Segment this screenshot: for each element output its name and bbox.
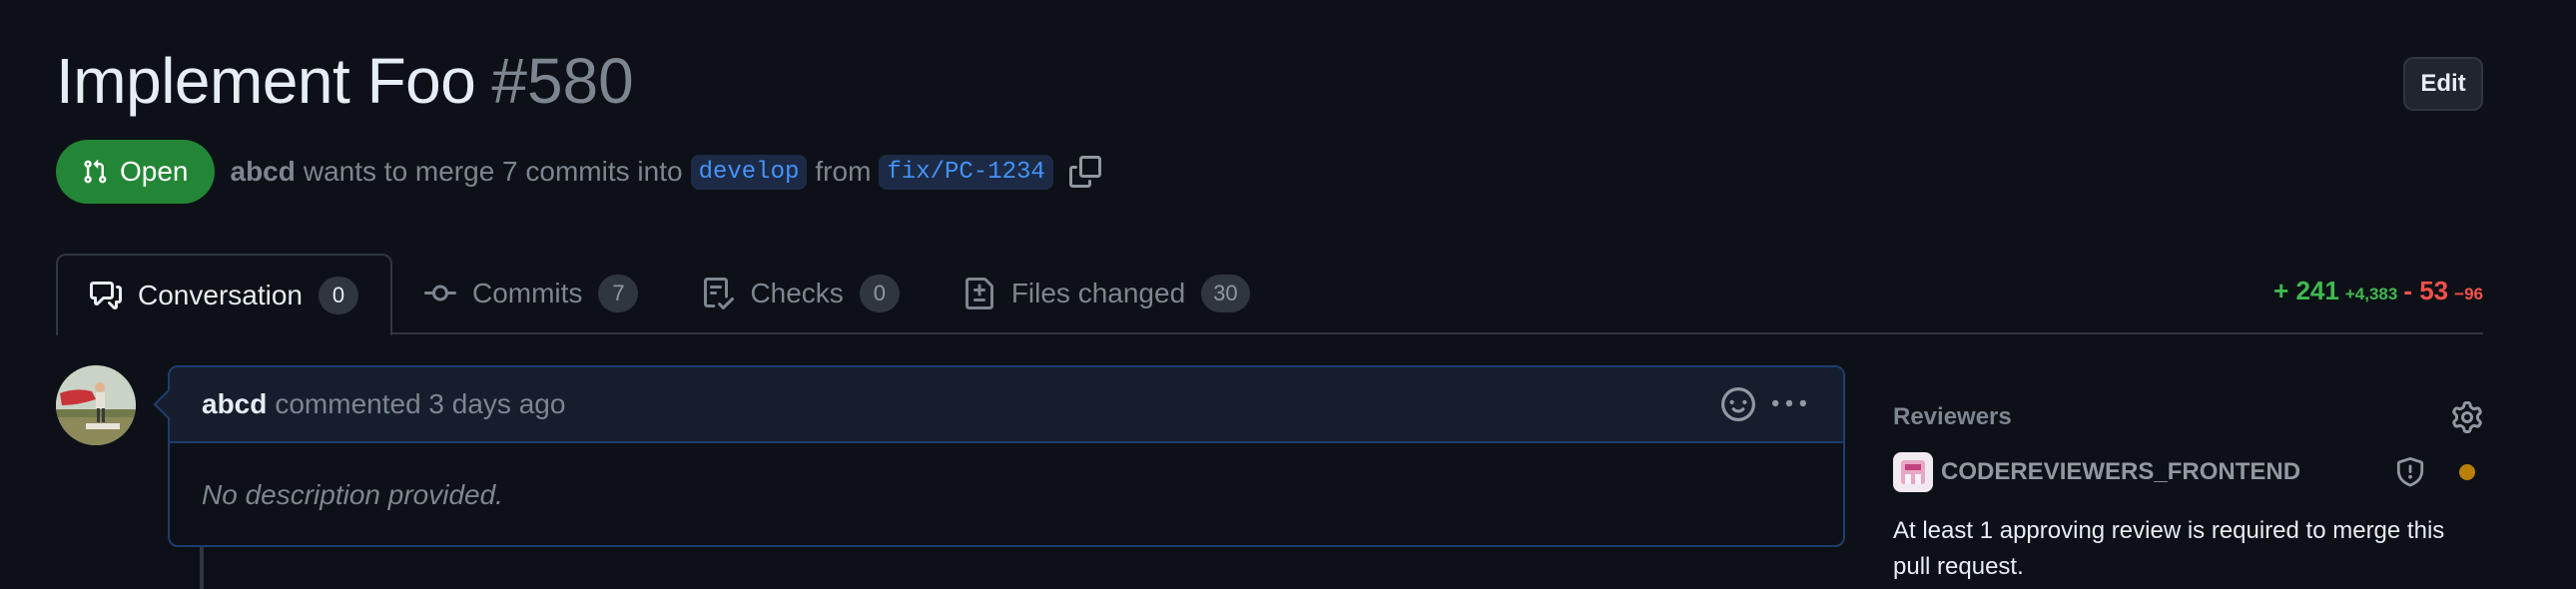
shield-icon	[2395, 457, 2425, 487]
gear-icon[interactable]	[2451, 401, 2483, 433]
tab-commits[interactable]: Commits 7	[392, 254, 670, 333]
reviewers-title: Reviewers	[1893, 403, 2012, 430]
comment-timestamp[interactable]: commented 3 days ago	[275, 388, 565, 420]
pr-title: Implement Foo	[56, 45, 476, 117]
pending-review-indicator	[2459, 464, 2475, 480]
timeline-line	[200, 547, 204, 589]
status-badge: Open	[56, 140, 215, 204]
reviewers-header: Reviewers	[1893, 395, 2483, 439]
pr-meta-row: Open abcd wants to merge 7 commits into …	[56, 140, 1101, 204]
comment-discussion-icon	[90, 282, 122, 309]
file-diff-icon	[965, 278, 993, 309]
review-requirement-note: At least 1 approving review is required …	[1893, 517, 2445, 580]
team-avatar	[1893, 452, 1933, 492]
diffstat: + 241 +4,383 - 53 −96	[2273, 276, 2483, 306]
sidebar: Reviewers CODEREVIEWERS_FRONTEND At leas…	[1893, 395, 2483, 585]
tab-files-changed[interactable]: Files changed 30	[932, 254, 1282, 333]
reviewer-name[interactable]: CODEREVIEWERS_FRONTEND	[1941, 458, 2395, 486]
deletions-total: −96	[2454, 285, 2483, 303]
tab-checks[interactable]: Checks 0	[670, 254, 931, 333]
tab-counter: 0	[859, 275, 900, 312]
comment-box: abcd commented 3 days ago No description…	[153, 365, 1845, 547]
base-branch-link[interactable]: develop	[690, 154, 808, 190]
kebab-horizontal-icon[interactable]	[1771, 387, 1807, 421]
tab-counter: 7	[598, 275, 639, 312]
avatar[interactable]	[56, 365, 136, 445]
tab-label: Conversation	[138, 280, 303, 310]
pr-title-row: Implement Foo #580	[56, 44, 634, 118]
merge-description: wants to merge 7 commits into	[303, 156, 683, 187]
additions-count: + 241	[2273, 276, 2339, 305]
comment-actions	[1721, 387, 1807, 421]
deletions-count: - 53	[2403, 276, 2449, 305]
status-label: Open	[120, 156, 189, 187]
tab-label: Files changed	[1010, 278, 1186, 308]
tab-counter: 0	[318, 277, 358, 314]
tab-label: Checks	[750, 278, 844, 308]
comment-author-link[interactable]: abcd	[202, 388, 267, 420]
checklist-icon	[704, 278, 735, 309]
tab-conversation[interactable]: Conversation 0	[56, 254, 392, 335]
head-branch-link[interactable]: fix/PC-1234	[879, 154, 1053, 190]
git-pull-request-icon	[84, 159, 107, 184]
reviewer-row[interactable]: CODEREVIEWERS_FRONTEND	[1893, 449, 2483, 495]
avatar-image	[56, 365, 136, 445]
pr-number: #580	[491, 45, 634, 117]
git-commit-icon	[423, 285, 456, 301]
comment-body: No description provided.	[202, 479, 503, 510]
tab-counter: 30	[1201, 275, 1250, 312]
pr-author-link[interactable]: abcd	[231, 156, 296, 188]
reviewer-status	[2395, 457, 2483, 487]
tab-label: Commits	[471, 278, 583, 308]
additions-total: +4,383	[2344, 285, 2398, 303]
merge-from-text: from	[815, 156, 872, 187]
pr-tabs: Conversation 0 Commits 7 Checks 0 Files …	[56, 254, 1282, 335]
edit-button[interactable]: Edit	[2403, 57, 2483, 111]
copy-icon[interactable]	[1068, 156, 1101, 188]
comment-header: abcd commented 3 days ago	[170, 367, 1843, 443]
smiley-icon[interactable]	[1721, 387, 1755, 421]
